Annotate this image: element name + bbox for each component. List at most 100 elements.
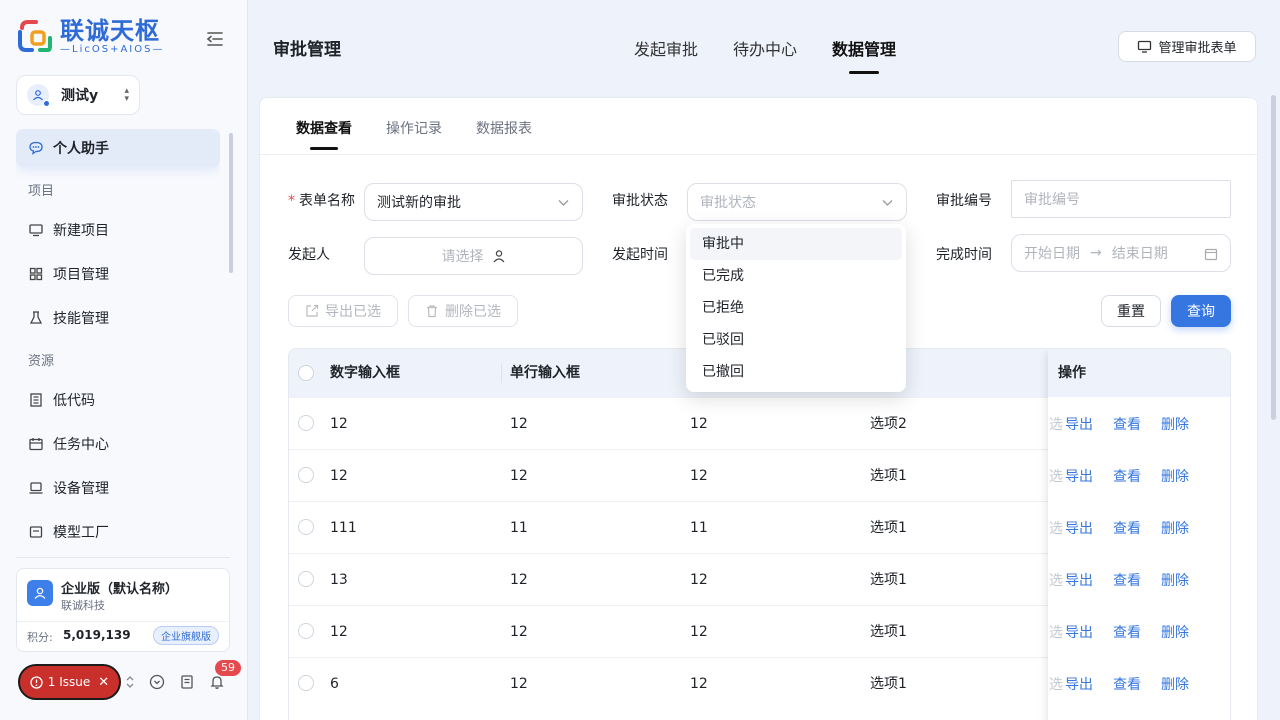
issue-button[interactable]: 1 Issue ✕ (18, 664, 121, 700)
row-export-link[interactable]: 导出 (1065, 518, 1093, 538)
sidebar-item-project-manage[interactable]: 项目管理 (16, 255, 220, 293)
issue-label: 1 Issue (47, 675, 91, 689)
row-checkbox[interactable] (298, 519, 314, 535)
calendar-icon (29, 438, 43, 451)
form-name-select[interactable]: 测试新的审批 (364, 183, 583, 221)
row-delete-link[interactable]: 删除 (1161, 570, 1189, 590)
top-tabs: 发起审批 待办中心 数据管理 (634, 36, 931, 74)
row-checkbox[interactable] (298, 415, 314, 431)
table-cell: 选项1 (870, 624, 907, 640)
flask-icon (29, 311, 43, 324)
sidebar-scrollbar[interactable] (229, 133, 233, 273)
row-export-link[interactable]: 导出 (1065, 674, 1093, 694)
row-checkbox[interactable] (298, 571, 314, 587)
status-option[interactable]: 已撤回 (690, 356, 902, 388)
column-header[interactable]: 数字输入框 (330, 349, 400, 397)
row-view-link[interactable]: 查看 (1113, 466, 1141, 486)
tab-todo-center[interactable]: 待办中心 (733, 36, 797, 74)
subtab-data-report[interactable]: 数据报表 (476, 118, 532, 150)
table-cell: 选项2 (870, 416, 907, 432)
chevron-down-circle-icon[interactable] (148, 673, 166, 691)
tenant-switcher[interactable]: 测试y ▴ ▾ (16, 75, 140, 115)
sidebar-item-label: 设备管理 (53, 481, 109, 497)
row-delete-link[interactable]: 删除 (1161, 622, 1189, 642)
row-checkbox[interactable] (298, 467, 314, 483)
row-export-link[interactable]: 导出 (1065, 466, 1093, 486)
tab-initiate-approval[interactable]: 发起审批 (634, 36, 698, 74)
manage-approval-forms-button[interactable]: 管理审批表单 (1118, 31, 1256, 62)
faded-option-text: 选 (1049, 521, 1063, 537)
row-delete-link[interactable]: 删除 (1161, 518, 1189, 538)
start-time-label: 发起时间 (612, 247, 668, 263)
updown-chevron-icon[interactable] (121, 673, 139, 691)
table-cell: 选项1 (870, 520, 907, 536)
subtab-data-view[interactable]: 数据查看 (296, 118, 352, 150)
sidebar-item-label: 技能管理 (53, 311, 109, 327)
sidebar-item-lowcode[interactable]: 低代码 (16, 381, 220, 419)
delete-selected-button[interactable]: 删除已选 (408, 295, 518, 327)
row-checkbox[interactable] (298, 623, 314, 639)
sidebar-item-skill-manage[interactable]: 技能管理 (16, 299, 220, 337)
column-header: 操作 (1058, 365, 1086, 381)
sidebar-item-task-center[interactable]: 任务中心 (16, 425, 220, 463)
column-header[interactable]: 单行输入框 (510, 349, 580, 397)
sidebar-item-model-factory[interactable]: 模型工厂 (16, 513, 220, 544)
sidebar-item-label: 新建项目 (53, 223, 109, 239)
number-input[interactable]: 审批编号 (1011, 180, 1231, 218)
table-cell: 选项1 (870, 676, 907, 692)
row-view-link[interactable]: 查看 (1113, 518, 1141, 538)
table-cell: 选项1 (870, 572, 907, 588)
export-selected-button[interactable]: 导出已选 (288, 295, 398, 327)
table-cell: 12 (330, 624, 348, 640)
row-delete-link[interactable]: 删除 (1161, 674, 1189, 694)
points-value: 5,019,139 (63, 628, 131, 642)
row-delete-link[interactable]: 删除 (1161, 466, 1189, 486)
main-scrollbar[interactable] (1271, 95, 1276, 420)
row-checkbox[interactable] (298, 675, 314, 691)
status-option[interactable]: 审批中 (690, 228, 902, 260)
table-cell: 选项1 (870, 468, 907, 484)
nav-group-resource: 资源 (28, 354, 55, 369)
chat-icon (29, 141, 43, 155)
brand-logo[interactable]: 联诚天枢 —LicOS+AIOS— (16, 18, 164, 56)
status-select[interactable]: 审批状态 (687, 183, 907, 221)
enterprise-card[interactable]: 企业版（默认名称） 联诚科技 积分: 5,019,139 企业旗舰版 (16, 568, 230, 652)
reset-button[interactable]: 重置 (1101, 295, 1161, 327)
points-label: 积分: (27, 631, 53, 644)
user-icon (493, 250, 504, 263)
document-icon[interactable] (178, 673, 196, 691)
row-view-link[interactable]: 查看 (1113, 622, 1141, 642)
status-option[interactable]: 已驳回 (690, 324, 902, 356)
table-cell: 12 (510, 624, 528, 640)
subtab-operation-log[interactable]: 操作记录 (386, 118, 442, 150)
row-view-link[interactable]: 查看 (1113, 414, 1141, 434)
status-option[interactable]: 已拒绝 (690, 292, 902, 324)
row-export-link[interactable]: 导出 (1065, 622, 1093, 642)
tab-data-manage[interactable]: 数据管理 (832, 36, 896, 74)
notification-count-badge: 59 (215, 660, 241, 676)
row-export-link[interactable]: 导出 (1065, 570, 1093, 590)
row-view-link[interactable]: 查看 (1113, 674, 1141, 694)
enterprise-name: 企业版（默认名称） (61, 582, 179, 597)
select-all-checkbox[interactable] (298, 365, 314, 381)
sidebar-item-label: 低代码 (53, 393, 95, 409)
collapse-sidebar-icon[interactable] (204, 28, 226, 50)
initiator-select[interactable]: 请选择 (364, 237, 583, 275)
row-export-link[interactable]: 导出 (1065, 414, 1093, 434)
faded-option-text: 选 (1049, 625, 1063, 641)
sidebar-item-device-manage[interactable]: 设备管理 (16, 469, 220, 507)
finish-date-range[interactable]: 开始日期 → 结束日期 (1011, 234, 1231, 272)
form-name-label: * 表单名称 (288, 193, 355, 209)
arrow-right-icon: → (1090, 245, 1102, 261)
close-icon[interactable]: ✕ (98, 675, 109, 690)
alert-circle-icon (30, 675, 43, 689)
sidebar-item-new-project[interactable]: 新建项目 (16, 211, 220, 249)
sidebar-item-label: 模型工厂 (53, 525, 109, 541)
query-button[interactable]: 查询 (1171, 295, 1231, 327)
status-option[interactable]: 已完成 (690, 260, 902, 292)
sidebar-item-assistant[interactable]: 个人助手 (16, 129, 220, 167)
laptop-icon (29, 482, 43, 494)
sidebar-item-label: 任务中心 (53, 437, 109, 453)
row-delete-link[interactable]: 删除 (1161, 414, 1189, 434)
row-view-link[interactable]: 查看 (1113, 570, 1141, 590)
